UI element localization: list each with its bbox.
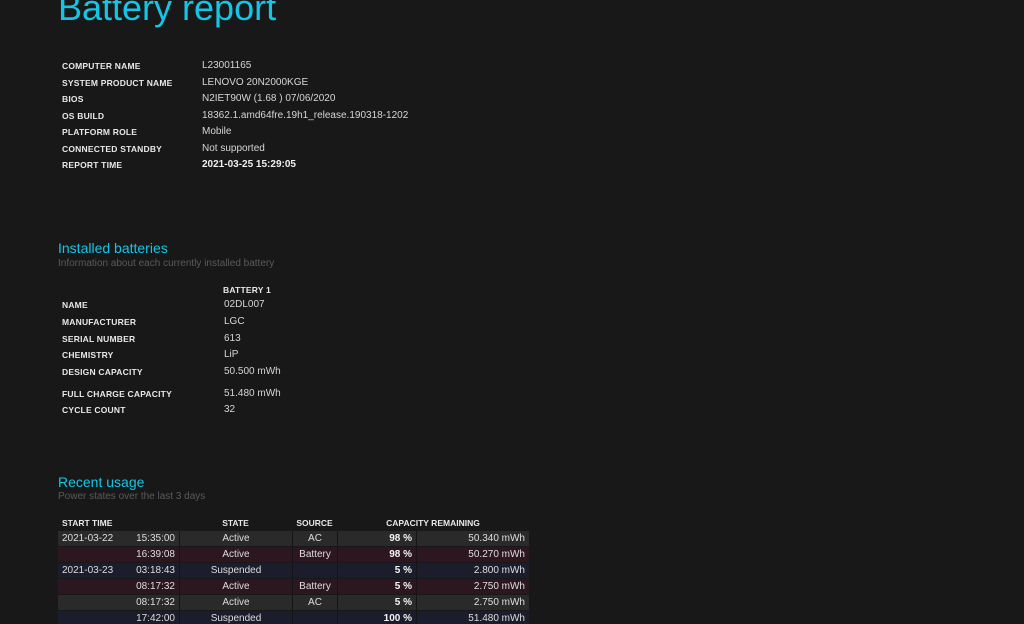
installed-batteries-heading: Installed batteries — [58, 240, 168, 256]
table-row: 08:17:32 Active AC 5 % 2.750 mWh — [58, 595, 529, 610]
recent-usage-table: START TIME STATE SOURCE CAPACITY REMAINI… — [58, 514, 529, 624]
system-key: COMPUTER NAME — [62, 61, 141, 71]
system-key: REPORT TIME — [62, 160, 123, 170]
battery-column-header: BATTERY 1 — [223, 285, 271, 295]
row-state: Suspended — [179, 611, 292, 624]
row-state: Suspended — [179, 563, 292, 578]
row-percent: 5 % — [337, 563, 416, 578]
report-time-value: 2021-03-25 15:29:05 — [202, 159, 296, 170]
row-source — [292, 563, 337, 578]
row-date: 2021-03-23 — [58, 563, 122, 578]
system-key: BIOS — [62, 94, 84, 104]
table-row: 08:17:32 Active Battery 5 % 2.750 mWh — [58, 579, 529, 594]
row-source: Battery — [292, 547, 337, 562]
row-time: 16:39:08 — [122, 547, 179, 562]
battery-value: 32 — [224, 404, 236, 415]
table-row: 2021-03-23 03:18:43 Suspended 5 % 2.800 … — [58, 563, 529, 578]
row-time: 03:18:43 — [122, 563, 179, 578]
battery-value: 50.500 mWh — [224, 365, 281, 377]
table-row: 16:39:08 Active Battery 98 % 50.270 mWh — [58, 547, 529, 562]
row-source: AC — [292, 531, 337, 546]
battery-key: NAME — [62, 300, 88, 310]
system-value: Mobile — [202, 126, 232, 137]
row-capacity: 51.480 mWh — [416, 611, 529, 624]
battery-key: CHEMISTRY — [62, 350, 114, 360]
row-state: Active — [179, 547, 292, 562]
row-state: Active — [179, 531, 292, 546]
capacity-header: CAPACITY REMAINING — [386, 517, 480, 528]
system-value: N2IET90W (1.68 ) 07/06/2020 — [202, 93, 336, 104]
system-key: CONNECTED STANDBY — [62, 143, 163, 154]
row-time: 08:17:32 — [122, 595, 179, 610]
battery-report-page: Battery report COMPUTER NAME L23001165 S… — [0, 0, 1024, 624]
battery-value: 613 — [224, 332, 241, 344]
battery-info: BATTERY 1 NAME 02DL007 MANUFACTURER LGC … — [62, 282, 462, 422]
row-date: 2021-03-22 — [58, 531, 122, 546]
system-info: COMPUTER NAME L23001165 SYSTEM PRODUCT N… — [62, 58, 562, 178]
row-capacity: 50.270 mWh — [416, 547, 529, 562]
row-time: 08:17:32 — [122, 579, 179, 594]
source-header: SOURCE — [296, 517, 333, 528]
row-percent: 98 % — [337, 547, 416, 562]
battery-value: 51.480 mWh — [224, 387, 281, 399]
row-time: 17:42:00 — [122, 611, 179, 624]
row-source: AC — [292, 595, 337, 610]
recent-usage-subheading: Power states over the last 3 days — [58, 491, 206, 502]
system-key: PLATFORM ROLE — [62, 127, 138, 137]
row-percent: 98 % — [337, 531, 416, 546]
battery-value: 02DL007 — [224, 299, 265, 310]
row-time: 15:35:00 — [122, 531, 179, 546]
row-date — [58, 579, 122, 594]
row-capacity: 50.340 mWh — [416, 531, 529, 546]
row-percent: 5 % — [337, 579, 416, 594]
row-date — [58, 595, 122, 610]
battery-key: CYCLE COUNT — [62, 405, 126, 415]
row-capacity: 2.750 mWh — [416, 595, 529, 610]
recent-usage-heading: Recent usage — [58, 474, 145, 490]
battery-value: LGC — [224, 316, 245, 327]
row-state: Active — [179, 595, 292, 610]
system-key: OS BUILD — [62, 110, 105, 121]
system-value: LENOVO 20N2000KGE — [202, 76, 309, 88]
system-value: L23001165 — [202, 60, 252, 71]
system-key: SYSTEM PRODUCT NAME — [62, 77, 173, 88]
battery-key: DESIGN CAPACITY — [62, 366, 143, 377]
battery-key: SERIAL NUMBER — [62, 333, 136, 344]
row-state: Active — [179, 579, 292, 594]
row-source — [292, 611, 337, 624]
table-row: 17:42:00 Suspended 100 % 51.480 mWh — [58, 611, 529, 624]
battery-value: LiP — [224, 349, 239, 360]
start-time-header: START TIME — [62, 517, 113, 528]
state-header: STATE — [222, 517, 249, 528]
battery-key: FULL CHARGE CAPACITY — [62, 388, 172, 399]
battery-key: MANUFACTURER — [62, 317, 137, 327]
row-date — [58, 547, 122, 562]
system-value: 18362.1.amd64fre.19h1_release.190318-120… — [202, 109, 409, 121]
row-source: Battery — [292, 579, 337, 594]
page-title: Battery report — [58, 0, 277, 28]
table-row: 2021-03-22 15:35:00 Active AC 98 % 50.34… — [58, 531, 529, 546]
row-percent: 5 % — [337, 595, 416, 610]
table-header-row: START TIME STATE SOURCE CAPACITY REMAINI… — [58, 515, 529, 530]
row-percent: 100 % — [337, 611, 416, 624]
row-date — [58, 611, 122, 624]
row-capacity: 2.750 mWh — [416, 579, 529, 594]
installed-batteries-subheading: Information about each currently install… — [58, 258, 275, 269]
system-value: Not supported — [202, 142, 265, 154]
row-capacity: 2.800 mWh — [416, 563, 529, 578]
